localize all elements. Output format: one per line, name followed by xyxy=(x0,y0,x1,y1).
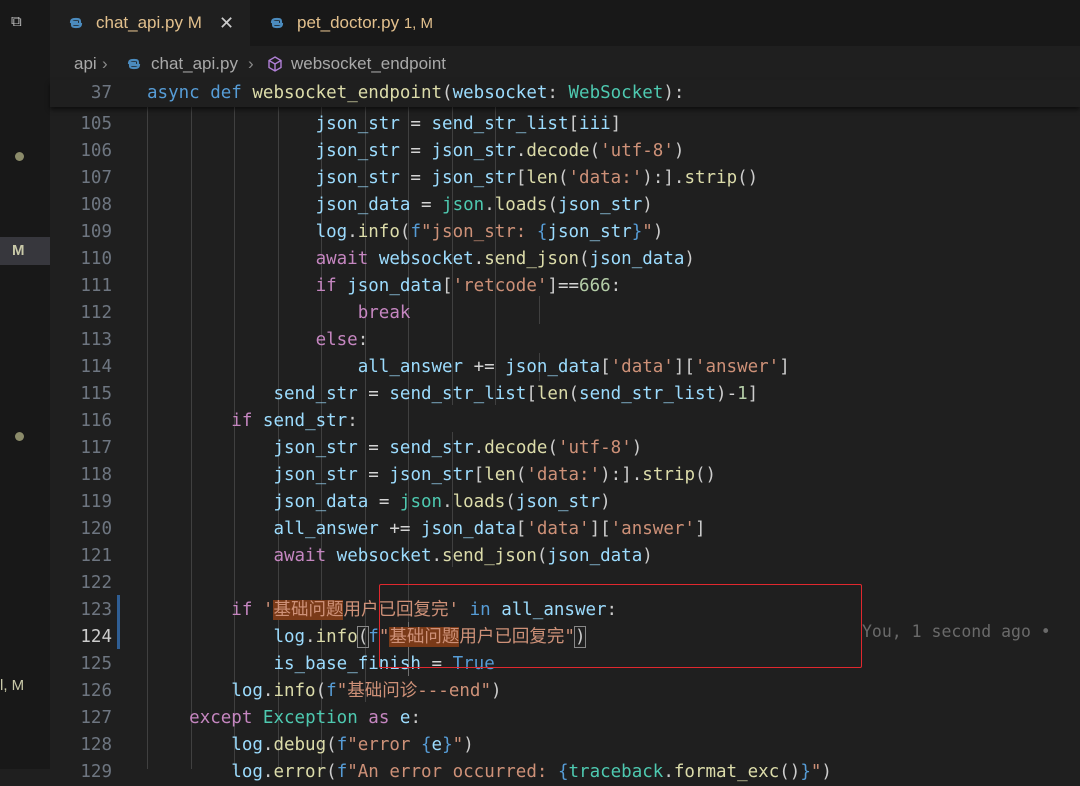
method-cube-icon xyxy=(268,56,282,72)
chevron-right-icon: › xyxy=(248,54,254,73)
code-line: 110 await websocket.send_json(json_data) xyxy=(80,249,695,269)
python-file-icon xyxy=(270,17,284,29)
breadcrumb: api › chat_api.py › websocket_endpoint xyxy=(50,48,1080,80)
code-line: 126 log.info(f"基础问诊---end") xyxy=(80,681,502,701)
code-editor[interactable]: chat_api.py M ✕ pet_doctor.py 1, M api ›… xyxy=(50,0,1080,782)
tab-pet-doctor[interactable]: pet_doctor.py 1, M xyxy=(251,0,456,46)
modified-dot-icon xyxy=(15,152,24,161)
breadcrumb-symbol[interactable]: websocket_endpoint xyxy=(291,48,446,80)
code-line: 115 send_str = send_str_list[len(send_st… xyxy=(80,384,759,404)
code-line: 118 json_str = json_str[len('data:'):].s… xyxy=(80,465,717,485)
tab-modified-badge: 1, M xyxy=(403,15,433,32)
modified-dot-icon xyxy=(15,432,24,441)
code-line: 113 else: xyxy=(80,330,369,350)
close-icon[interactable]: ✕ xyxy=(219,0,234,46)
code-line: 117 json_str = send_str.decode('utf-8') xyxy=(80,438,643,458)
code-line: 120 all_answer += json_data['data']['ans… xyxy=(80,519,706,539)
split-editor-icon[interactable]: ⧉ xyxy=(11,14,25,29)
code-line: 119 json_data = json.loads(json_str) xyxy=(80,492,611,512)
code-line: 109 log.info(f"json_str: {json_str}") xyxy=(80,222,664,242)
code-line: 107 json_str = json_str[len('data:'):].s… xyxy=(80,168,759,188)
python-file-icon xyxy=(69,17,83,29)
bottom-status-label: l, M xyxy=(0,677,25,694)
m-badge: M xyxy=(12,242,25,259)
python-file-icon xyxy=(127,58,141,70)
code-line: 121 await websocket.send_json(json_data) xyxy=(80,546,653,566)
code-line: 128 log.debug(f"error {e}") xyxy=(80,735,474,755)
code-line: 106 json_str = json_str.decode('utf-8') xyxy=(80,141,685,161)
sticky-code-line: 37 async def websocket_endpoint(websocket… xyxy=(90,83,685,103)
code-line: 116 if send_str: xyxy=(80,411,358,431)
activity-sidebar: ⧉ M l, M xyxy=(0,0,50,769)
code-line: 108 json_data = json.loads(json_str) xyxy=(80,195,653,215)
code-line: 114 all_answer += json_data['data']['ans… xyxy=(80,357,790,377)
git-blame-annotation: You, 1 second ago • xyxy=(862,622,1051,641)
highlight-box xyxy=(379,584,862,668)
sticky-scroll-header[interactable]: 37 async def websocket_endpoint(websocket… xyxy=(50,80,1080,107)
code-line: 127 except Exception as e: xyxy=(80,708,422,728)
modified-file-row[interactable]: M xyxy=(0,237,50,265)
breadcrumb-file[interactable]: chat_api.py xyxy=(151,48,238,80)
code-line: 105 json_str = send_str_list[iii] xyxy=(80,114,622,134)
tab-name: chat_api.py xyxy=(96,13,183,32)
tab-name: pet_doctor.py xyxy=(297,13,400,32)
code-line: 111 if json_data['retcode']==666: xyxy=(80,276,622,296)
code-line: 112 break xyxy=(80,303,411,323)
tab-bar: chat_api.py M ✕ pet_doctor.py 1, M xyxy=(50,0,1080,46)
tab-modified-badge: M xyxy=(187,13,202,32)
code-line: 129 log.error(f"An error occurred: {trac… xyxy=(80,762,832,782)
chevron-right-icon: › xyxy=(102,54,108,73)
breadcrumb-folder[interactable]: api xyxy=(74,48,97,80)
tab-chat-api[interactable]: chat_api.py M ✕ xyxy=(50,0,250,46)
